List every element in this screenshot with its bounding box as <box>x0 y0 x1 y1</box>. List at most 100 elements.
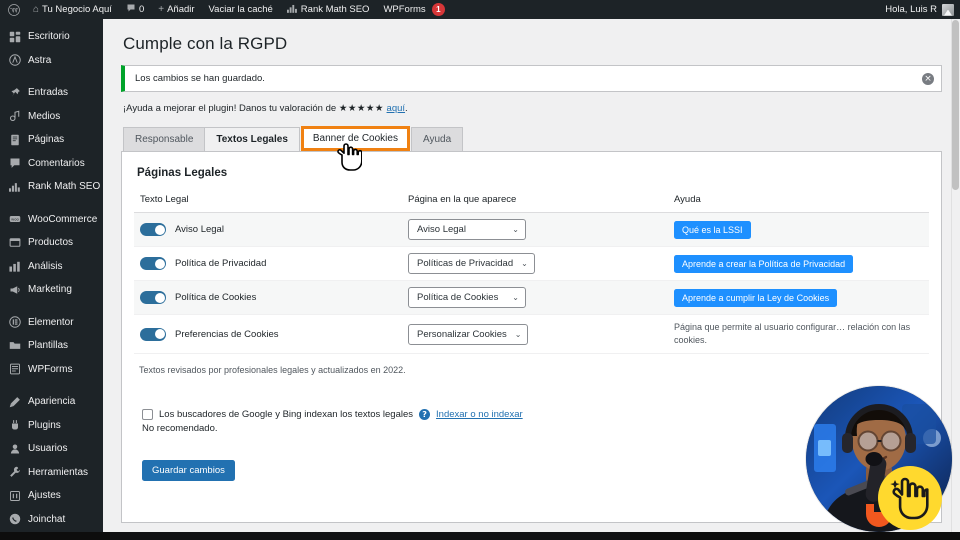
table-row: Política de Privacidad Políticas de Priv… <box>134 246 929 281</box>
select-pagina-preferencias[interactable]: Personalizar Cookies ⌄ <box>408 323 529 345</box>
sidebar-label: Páginas <box>28 134 65 146</box>
help-button-cookies[interactable]: Aprende a cumplir la Ley de Cookies <box>674 288 838 307</box>
tab-responsable[interactable]: Responsable <box>123 127 206 151</box>
sidebar-item-apariencia[interactable]: Apariencia <box>0 390 103 414</box>
cell-texto-legal: Política de Privacidad <box>134 246 402 281</box>
sidebar-item-marketing[interactable]: Marketing <box>0 278 103 302</box>
svg-text:woo: woo <box>11 218 19 222</box>
chevron-down-icon: ⌄ <box>521 259 528 268</box>
toggle-aviso-legal[interactable] <box>140 223 166 236</box>
sidebar-label: Plantillas <box>28 340 69 352</box>
adminbar-item-rankmath[interactable]: Rank Math SEO <box>280 0 377 19</box>
table-row: Aviso Legal Aviso Legal ⌄ Qué es la LSSI <box>134 212 929 247</box>
sidebar-item-herramientas[interactable]: Herramientas <box>0 461 103 485</box>
pin-icon <box>8 87 22 99</box>
avatar <box>942 3 954 16</box>
sidebar-label: Entradas <box>28 87 69 99</box>
toggle-preferencias-cookies[interactable] <box>140 327 166 341</box>
sidebar-label: Apariencia <box>28 396 76 408</box>
adminbar-item-wpforms[interactable]: WPForms 1 <box>376 0 452 19</box>
sidebar-item-plantillas[interactable]: Plantillas <box>0 334 103 358</box>
select-pagina-cookies[interactable]: Política de Cookies ⌄ <box>408 287 526 308</box>
tab-ayuda[interactable]: Ayuda <box>410 127 464 151</box>
sidebar-item-productos[interactable]: Productos <box>0 231 103 255</box>
chevron-down-icon: ⌄ <box>512 225 519 234</box>
cell-pagina: Personalizar Cookies ⌄ <box>402 314 668 354</box>
row-label: Aviso Legal <box>175 224 224 235</box>
sidebar-item-entradas[interactable]: Entradas <box>0 81 103 105</box>
tab-banner-de-cookies[interactable]: Banner de Cookies <box>300 126 410 151</box>
rate-link[interactable]: aquí <box>387 103 406 114</box>
sidebar-label: Herramientas <box>28 466 89 478</box>
screen: ⌂ Tu Negocio Aquí 0 + Añadir Vaciar la c… <box>0 0 960 540</box>
help-button-lssi[interactable]: Qué es la LSSI <box>674 220 751 239</box>
scrollbar-thumb[interactable] <box>952 20 959 190</box>
sidebar-label: Elementor <box>28 316 74 328</box>
sidebar-item-wpforms[interactable]: WPForms <box>0 358 103 382</box>
adminbar-new-label: Añadir <box>167 4 195 15</box>
sidebar-item-paginas[interactable]: Páginas <box>0 128 103 152</box>
help-button-privacidad[interactable]: Aprende a crear la Política de Privacida… <box>674 254 854 273</box>
adminbar-item-site[interactable]: ⌂ Tu Negocio Aquí <box>26 0 119 19</box>
adminbar-item-comments[interactable]: 0 <box>119 0 151 19</box>
sidebar-label: Rank Math SEO <box>28 181 101 193</box>
index-checkbox[interactable] <box>142 409 153 420</box>
table-row: Preferencias de Cookies Personalizar Coo… <box>134 314 929 354</box>
select-value: Personalizar Cookies <box>417 328 507 340</box>
analytics-icon <box>8 261 22 272</box>
page-scrollbar[interactable] <box>951 19 960 540</box>
help-text-preferencias: Página que permite al usuario configurar… <box>674 322 911 345</box>
column-header-pagina: Página en la que aparece <box>402 190 668 213</box>
question-icon[interactable]: ? <box>419 409 431 420</box>
save-button[interactable]: Guardar cambios <box>142 460 235 481</box>
sidebar-item-comentarios[interactable]: Comentarios <box>0 152 103 176</box>
appearance-icon <box>8 396 22 408</box>
adminbar-comments-count: 0 <box>138 4 145 15</box>
table-footnote: Textos revisados por profesionales legal… <box>139 365 406 375</box>
select-pagina-privacidad[interactable]: Políticas de Privacidad ⌄ <box>408 253 535 274</box>
sidebar-label: Marketing <box>28 284 72 296</box>
adminbar-account[interactable]: Hola, Luis R <box>885 3 960 16</box>
chart-icon <box>8 182 22 192</box>
sidebar-item-plugins[interactable]: Plugins <box>0 414 103 438</box>
sidebar-label: Análisis <box>28 260 63 272</box>
tab-textos-legales[interactable]: Textos Legales <box>204 127 300 151</box>
sidebar-item-elementor[interactable]: Elementor <box>0 311 103 335</box>
rate-suffix: . <box>405 103 408 114</box>
woocommerce-icon: woo <box>8 214 22 224</box>
rate-prefix: ¡Ayuda a mejorar el plugin! Danos tu val… <box>123 103 339 114</box>
sidebar-item-woocommerce[interactable]: woo WooCommerce <box>0 208 103 232</box>
sidebar-label: WPForms <box>28 363 73 375</box>
notice-text: Los cambios se han guardado. <box>135 73 265 84</box>
adminbar-item-new[interactable]: + Añadir <box>151 0 201 19</box>
sidebar-item-escritorio[interactable]: Escritorio <box>0 25 103 49</box>
toggle-politica-privacidad[interactable] <box>140 257 166 270</box>
adminbar-item-clear-cache[interactable]: Vaciar la caché <box>202 0 280 19</box>
cell-texto-legal: Política de Cookies <box>134 280 402 315</box>
sidebar-item-medios[interactable]: Medios <box>0 105 103 129</box>
sidebar-label: Astra <box>28 54 52 66</box>
cell-pagina: Política de Cookies ⌄ <box>402 280 668 315</box>
tools-icon <box>8 466 22 478</box>
sidebar-item-astra[interactable]: Astra <box>0 49 103 73</box>
sidebar-item-joinchat[interactable]: Joinchat <box>0 508 103 532</box>
adminbar-clear-cache-label: Vaciar la caché <box>208 4 273 15</box>
sidebar-label: Escritorio <box>28 31 70 43</box>
wordpress-logo-icon[interactable] <box>0 0 26 19</box>
page-icon <box>8 134 22 146</box>
sidebar-item-analisis[interactable]: Análisis <box>0 255 103 279</box>
home-icon: ⌂ <box>33 3 40 15</box>
select-value: Políticas de Privacidad <box>417 258 514 269</box>
dashboard-icon <box>8 31 22 43</box>
adminbar-rankmath-label: Rank Math SEO <box>300 4 370 15</box>
sidebar-item-ajustes[interactable]: Ajustes <box>0 484 103 508</box>
close-icon[interactable]: × <box>922 72 934 85</box>
tab-bar: Responsable Textos Legales Banner de Coo… <box>123 126 942 171</box>
index-help-link[interactable]: Indexar o no indexar <box>436 409 523 420</box>
cell-ayuda: Aprende a crear la Política de Privacida… <box>668 246 929 281</box>
toggle-politica-cookies[interactable] <box>140 291 166 304</box>
star-rating-icon[interactable]: ★★★★★ <box>339 103 384 114</box>
sidebar-item-rank-math-seo[interactable]: Rank Math SEO <box>0 175 103 199</box>
sidebar-item-usuarios[interactable]: Usuarios <box>0 437 103 461</box>
select-pagina-aviso-legal[interactable]: Aviso Legal ⌄ <box>408 219 526 240</box>
